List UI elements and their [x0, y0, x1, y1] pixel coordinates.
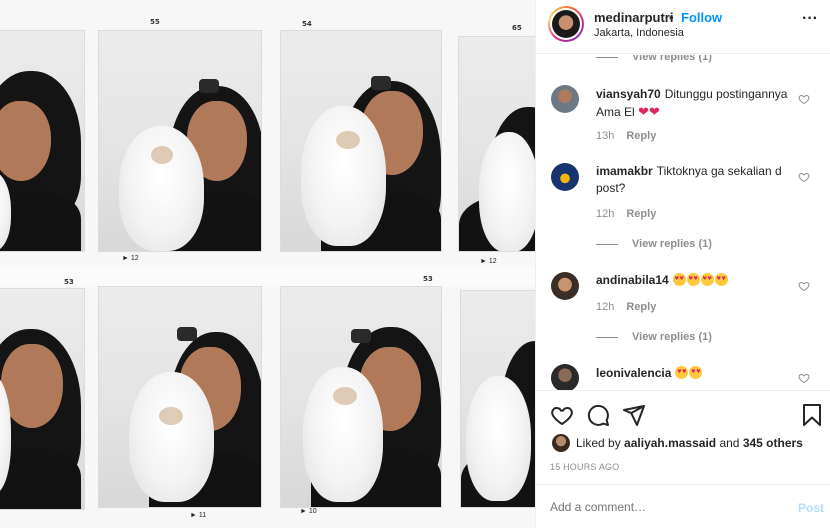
commenter-avatar[interactable] — [551, 85, 579, 113]
comment-time: 12h — [596, 208, 615, 220]
strip-photo — [98, 30, 262, 252]
post-location[interactable]: Jakarta, Indonesia — [594, 27, 684, 39]
strip-photo — [98, 286, 262, 508]
view-replies-button[interactable]: View replies (1) — [596, 55, 712, 63]
post-media[interactable]: 55 54 65 53 53 ► 12 ► 12 ► 11 ► 10 — [0, 0, 535, 528]
frame-number: 53 — [64, 278, 74, 286]
separator-dot: • — [669, 10, 674, 25]
comment-icon[interactable] — [586, 403, 610, 427]
comment-text: imamakbr Tiktoknya ga sekalian d post? — [596, 164, 782, 195]
commenter-avatar[interactable] — [551, 272, 579, 300]
heart-eyes-emoji — [714, 273, 728, 286]
frame-number: 53 — [423, 275, 433, 283]
frame-number: 54 — [302, 20, 312, 28]
heart-eyes-emoji — [675, 366, 689, 379]
add-comment-bar: Post — [536, 484, 830, 528]
frame-arrow: ► 10 — [300, 508, 317, 515]
heart-outline-icon[interactable] — [798, 93, 810, 105]
strip-photo — [458, 36, 535, 252]
share-icon[interactable] — [622, 403, 646, 427]
comment-text: leonivalencia — [596, 365, 796, 382]
reply-button[interactable]: Reply — [626, 301, 656, 313]
post-header: medinarputri • Follow Jakarta, Indonesia… — [536, 0, 830, 54]
heart-eyes-emoji — [672, 273, 686, 286]
heart-outline-icon[interactable] — [798, 280, 810, 292]
view-replies-button[interactable]: View replies (1) — [596, 331, 712, 343]
photo-strip-divider — [0, 266, 535, 286]
comment-text: viansyah70 Ditunggu postingannya Ama El ❤… — [596, 87, 788, 119]
comments-list[interactable]: View replies (1) viansyah70 Ditunggu post… — [536, 55, 830, 390]
view-replies-button[interactable]: View replies (1) — [596, 238, 712, 250]
reply-button[interactable]: Reply — [626, 208, 656, 220]
heart-eyes-emoji — [689, 366, 703, 379]
frame-arrow: ► 12 — [122, 255, 139, 262]
heart-emoji: ❤❤ — [638, 104, 660, 119]
commenter-username[interactable]: andinabila14 — [596, 273, 669, 287]
comment-time: 13h — [596, 130, 615, 142]
comment-text: andinabila14 — [596, 272, 796, 289]
frame-arrow: ► 11 — [190, 512, 207, 519]
strip-photo — [280, 286, 442, 508]
frame-arrow: ► 12 — [480, 258, 497, 265]
commenter-avatar[interactable] — [551, 364, 579, 390]
more-options-icon[interactable]: ··· — [802, 10, 818, 28]
likes-summary[interactable]: Liked by aaliyah.massaid and 345 others — [576, 436, 803, 450]
heart-outline-icon[interactable] — [798, 372, 810, 384]
comment-meta: 12h Reply — [596, 301, 656, 313]
comment-meta: 12h Reply — [596, 208, 656, 220]
strip-photo — [460, 290, 535, 508]
reply-button[interactable]: Reply — [626, 130, 656, 142]
liker-username[interactable]: aaliyah.massaid — [624, 436, 716, 450]
follow-button[interactable]: Follow — [681, 10, 722, 25]
heart-eyes-emoji — [700, 273, 714, 286]
commenter-avatar[interactable] — [551, 163, 579, 191]
strip-photo — [0, 30, 85, 252]
heart-outline-icon[interactable] — [798, 171, 810, 183]
post-timestamp[interactable]: 15 HOURS AGO — [550, 462, 619, 472]
like-icon[interactable] — [550, 403, 574, 427]
frame-number: 65 — [512, 24, 522, 32]
author-username[interactable]: medinarputri — [594, 10, 673, 25]
strip-photo — [0, 288, 85, 510]
likes-count[interactable]: 345 others — [743, 436, 803, 450]
commenter-username[interactable]: viansyah70 — [596, 87, 661, 101]
save-icon[interactable] — [800, 403, 824, 427]
heart-eyes-emoji — [686, 273, 700, 286]
comment-meta: 13h Reply — [596, 130, 656, 142]
commenter-username[interactable]: imamakbr — [596, 164, 653, 178]
comment-time: 12h — [596, 301, 615, 313]
comment-input[interactable] — [550, 500, 770, 514]
frame-number: 55 — [150, 18, 160, 26]
post-details-panel: medinarputri • Follow Jakarta, Indonesia… — [535, 0, 830, 528]
liker-avatar[interactable] — [552, 434, 570, 452]
strip-photo — [280, 30, 442, 252]
author-avatar[interactable] — [548, 6, 584, 42]
post-comment-button[interactable]: Post — [798, 501, 824, 515]
commenter-username[interactable]: leonivalencia — [596, 366, 671, 380]
